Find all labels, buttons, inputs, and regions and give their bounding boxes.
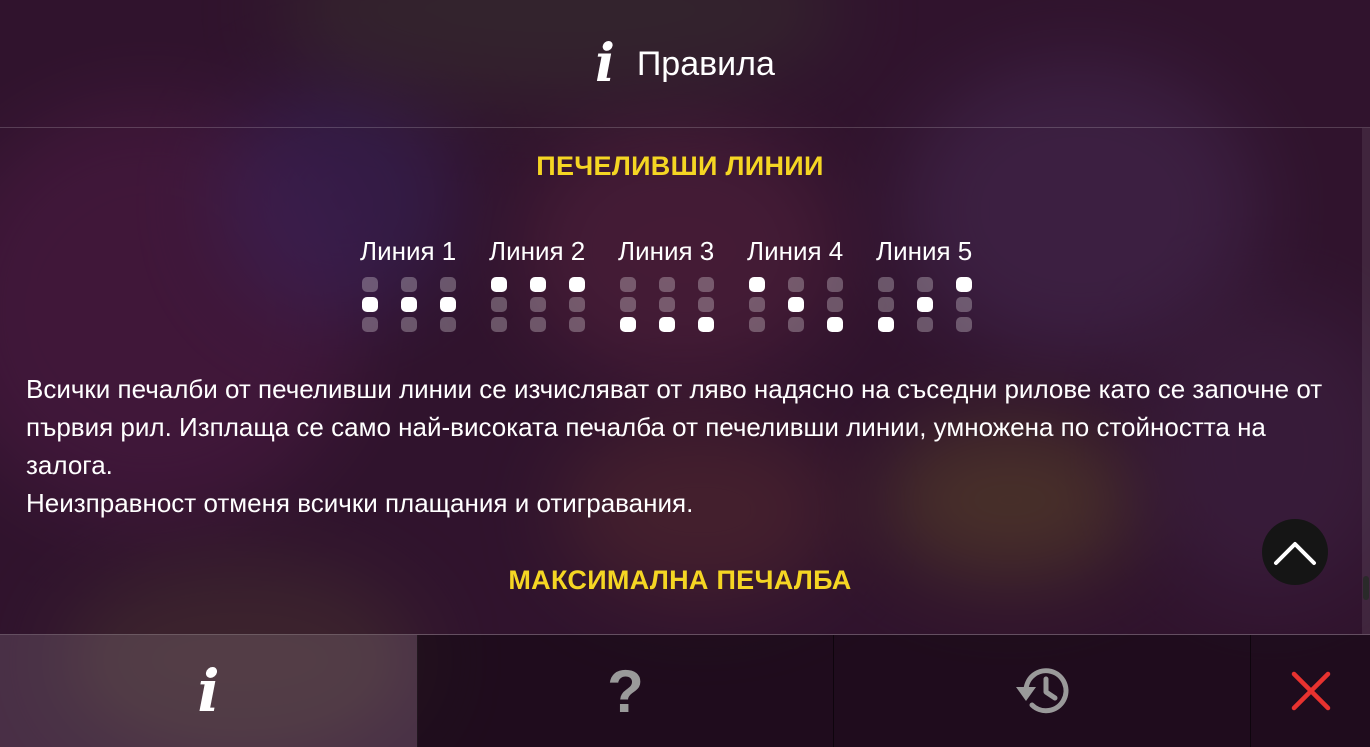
payline-dot [827,317,843,332]
payline-dot [569,297,585,312]
question-icon: ? [607,657,644,725]
max-win-heading: МАКСИМАЛНА ПЕЧАЛБА [508,565,852,595]
payline-dot [917,317,933,332]
rules-text: Всички печалби от печеливши линии се изч… [26,370,1346,522]
rules-content[interactable]: ПЕЧЕЛИВШИ ЛИНИИ Линия 1 Линия 2 Линия 3 Лин… [0,128,1360,634]
payline-2: Линия 2 [489,234,618,332]
payline-dot [440,277,456,292]
payline-dot [569,277,585,292]
payline-pattern [491,277,618,332]
payline-label: Линия 3 [618,236,715,266]
payline-dot [749,297,765,312]
payline-dot [956,277,972,292]
scroll-thumb[interactable] [1363,576,1369,600]
payline-dot [878,277,894,292]
payline-pattern [620,277,747,332]
payline-dot [827,297,843,312]
payline-dot [530,317,546,332]
history-tab-button[interactable] [834,635,1251,747]
payline-dot [569,317,585,332]
rules-screen: i Правила ПЕЧЕЛИВШИ ЛИНИИ Линия 1 Линия 2… [0,0,1370,747]
rules-paragraph: Неизправност отменя всички плащания и от… [26,488,694,518]
info-icon: i [197,657,220,725]
payline-dot [659,317,675,332]
payline-dot [491,277,507,292]
payline-label: Линия 5 [876,236,973,266]
scroll-up-button[interactable] [1262,519,1328,585]
rules-tab-button[interactable]: i [0,635,418,747]
payline-dot [620,277,636,292]
page-title: Правила [636,45,775,83]
payline-label: Линия 2 [489,236,586,266]
payline-dot [491,317,507,332]
payline-dot [749,317,765,332]
payline-pattern [362,277,489,332]
payline-dot [917,297,933,312]
chevron-up-icon [1274,542,1316,565]
payline-dot [878,317,894,332]
payline-dot [401,317,417,332]
payline-dot [440,317,456,332]
header-title-group: i Правила [0,36,1370,92]
payline-pattern [878,277,1005,332]
paylines: Линия 1 Линия 2 Линия 3 Линия 4 Линия 5 [360,234,1005,332]
history-icon [1016,668,1069,714]
payline-dot [401,297,417,312]
payline-dot [698,277,714,292]
close-button[interactable] [1251,635,1370,747]
payline-dot [440,297,456,312]
payline-pattern [749,277,876,332]
bottom-bar: i ? [0,634,1370,747]
payline-dot [878,297,894,312]
payline-dot [659,277,675,292]
payline-dot [698,317,714,332]
payline-dot [788,277,804,292]
payline-dot [362,297,378,312]
scrollbar[interactable] [1362,128,1370,634]
payline-4: Линия 4 [747,234,876,332]
header: i Правила [0,0,1370,128]
payline-dot [362,277,378,292]
payline-5: Линия 5 [876,234,1005,332]
info-icon: i [595,33,615,94]
payline-dot [749,277,765,292]
payline-dot [698,297,714,312]
payline-dot [827,277,843,292]
payline-dot [530,277,546,292]
payline-dot [530,297,546,312]
payline-1: Линия 1 [360,234,489,332]
payline-dot [956,297,972,312]
payline-dot [401,277,417,292]
payline-dot [659,297,675,312]
rules-paragraph: Всички печалби от печеливши линии се изч… [26,374,1323,480]
payline-dot [917,277,933,292]
payline-3: Линия 3 [618,234,747,332]
payline-dot [362,317,378,332]
payline-label: Линия 4 [747,236,844,266]
close-icon [1291,671,1330,711]
payline-dot [491,297,507,312]
payline-label: Линия 1 [360,236,457,266]
payline-dot [956,317,972,332]
payline-dot [788,297,804,312]
help-tab-button[interactable]: ? [418,635,834,747]
payline-dot [788,317,804,332]
payline-dot [620,317,636,332]
winning-lines-heading: ПЕЧЕЛИВШИ ЛИНИИ [536,151,824,181]
payline-dot [620,297,636,312]
